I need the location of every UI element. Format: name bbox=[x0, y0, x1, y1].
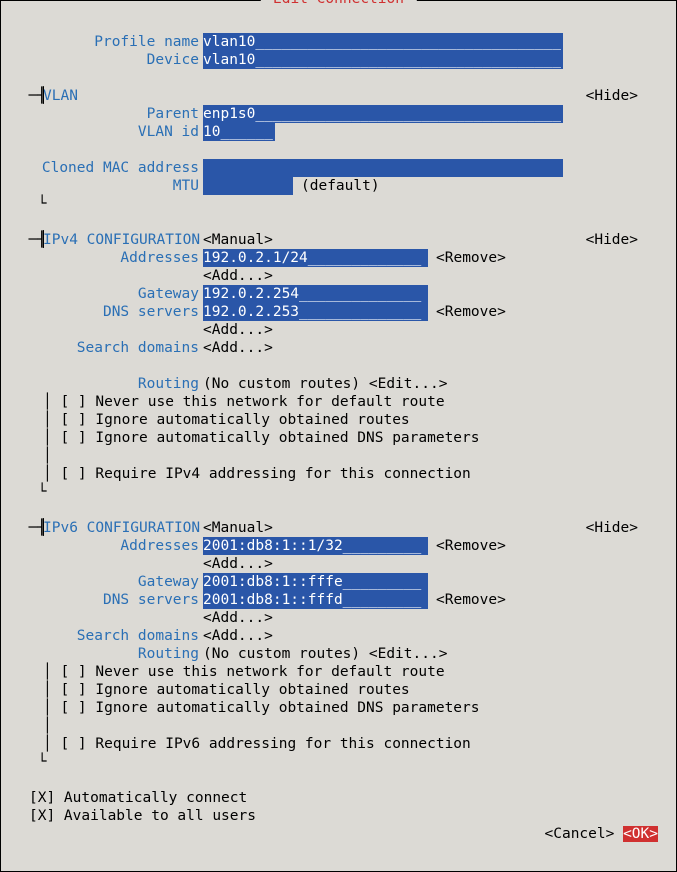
ipv4-chk-ignore-routes[interactable]: [ ] Ignore automatically obtained routes bbox=[60, 412, 409, 428]
device-label: Device bbox=[11, 51, 203, 69]
profile-name-label: Profile name bbox=[11, 33, 203, 51]
ipv4-gateway-input[interactable]: 192.0.2.254______________ bbox=[203, 285, 428, 303]
ipv4-chk-default-route[interactable]: [ ] Never use this network for default r… bbox=[60, 394, 444, 410]
vlan-id-label: VLAN id bbox=[11, 123, 203, 141]
ipv6-address-add[interactable]: <Add...> bbox=[203, 555, 273, 573]
ipv6-chk-default-route[interactable]: [ ] Never use this network for default r… bbox=[60, 664, 444, 680]
parent-input[interactable]: enp1s0__________________________________… bbox=[203, 105, 563, 123]
edit-connection-window: Edit Connection Profile name vlan10_____… bbox=[0, 0, 677, 872]
ipv4-search-label: Search domains bbox=[11, 339, 203, 357]
ipv6-gateway-label: Gateway bbox=[11, 573, 203, 591]
vlan-section: ─┤ VLAN <Hide> │ Parent enp1s0__________… bbox=[11, 87, 666, 213]
ipv4-chk-require[interactable]: [ ] Require IPv4 addressing for this con… bbox=[60, 466, 470, 482]
ipv4-gateway-label: Gateway bbox=[11, 285, 203, 303]
ok-button[interactable]: <OK> bbox=[623, 826, 658, 842]
mtu-input[interactable] bbox=[203, 177, 293, 195]
ipv6-gateway-input[interactable]: 2001:db8:1::fffe_________ bbox=[203, 573, 428, 591]
ipv4-dns-add[interactable]: <Add...> bbox=[203, 321, 273, 339]
ipv6-dns-remove[interactable]: <Remove> bbox=[428, 591, 506, 609]
ipv4-dns-input[interactable]: 192.0.2.253______________ bbox=[203, 303, 428, 321]
ipv4-address-add[interactable]: <Add...> bbox=[203, 267, 273, 285]
ipv6-hide-button[interactable]: <Hide> bbox=[586, 519, 638, 537]
ipv4-address-input[interactable]: 192.0.2.1/24_____________ bbox=[203, 249, 428, 267]
ipv6-chk-require[interactable]: [ ] Require IPv6 addressing for this con… bbox=[60, 736, 470, 752]
ipv6-address-remove[interactable]: <Remove> bbox=[428, 537, 506, 555]
ipv4-mode[interactable]: <Manual> bbox=[203, 231, 273, 249]
ipv6-routing-value[interactable]: (No custom routes) <Edit...> bbox=[203, 645, 447, 663]
parent-label: Parent bbox=[11, 105, 203, 123]
ipv6-header: IPv6 CONFIGURATION bbox=[11, 519, 203, 537]
ipv6-dns-add[interactable]: <Add...> bbox=[203, 609, 273, 627]
ipv6-search-label: Search domains bbox=[11, 627, 203, 645]
button-bar: <Cancel> <OK> bbox=[492, 807, 658, 861]
profile-name-input[interactable]: vlan10__________________________________… bbox=[203, 33, 563, 51]
ipv4-routing-value[interactable]: (No custom routes) <Edit...> bbox=[203, 375, 447, 393]
ipv4-search-add[interactable]: <Add...> bbox=[203, 339, 273, 357]
ipv6-search-add[interactable]: <Add...> bbox=[203, 627, 273, 645]
ipv4-section: ─┤ IPv4 CONFIGURATION <Manual> <Hide> │ … bbox=[11, 231, 666, 501]
vlan-hide-button[interactable]: <Hide> bbox=[586, 87, 638, 105]
device-input[interactable]: vlan10__________________________________… bbox=[203, 51, 563, 69]
ipv4-chk-ignore-dns[interactable]: [ ] Ignore automatically obtained DNS pa… bbox=[60, 430, 479, 446]
cancel-button[interactable]: <Cancel> bbox=[545, 826, 615, 842]
ipv4-dns-remove[interactable]: <Remove> bbox=[428, 303, 506, 321]
content: Profile name vlan10_____________________… bbox=[1, 15, 676, 871]
ipv4-routing-label: Routing bbox=[11, 375, 203, 393]
auto-connect-checkbox[interactable]: [X] Automatically connect bbox=[11, 789, 666, 807]
ipv6-routing-label: Routing bbox=[11, 645, 203, 663]
mtu-label: MTU bbox=[11, 177, 203, 195]
ipv4-dns-label: DNS servers bbox=[11, 303, 203, 321]
vlan-id-input[interactable]: 10______ bbox=[203, 123, 275, 141]
ipv6-addresses-label: Addresses bbox=[11, 537, 203, 555]
ipv4-addresses-label: Addresses bbox=[11, 249, 203, 267]
ipv6-dns-input[interactable]: 2001:db8:1::fffd_________ bbox=[203, 591, 428, 609]
vlan-header: VLAN bbox=[11, 87, 203, 105]
cloned-mac-input[interactable] bbox=[203, 159, 563, 177]
ipv6-section: ─┤ IPv6 CONFIGURATION <Manual> <Hide> │ … bbox=[11, 519, 666, 771]
ipv4-address-remove[interactable]: <Remove> bbox=[428, 249, 506, 267]
ipv4-hide-button[interactable]: <Hide> bbox=[586, 231, 638, 249]
ipv6-mode[interactable]: <Manual> bbox=[203, 519, 273, 537]
ipv6-address-input[interactable]: 2001:db8:1::1/32_________ bbox=[203, 537, 428, 555]
window-title: Edit Connection bbox=[260, 0, 416, 8]
ipv6-chk-ignore-routes[interactable]: [ ] Ignore automatically obtained routes bbox=[60, 682, 409, 698]
mtu-default: (default) bbox=[293, 177, 380, 195]
ipv6-chk-ignore-dns[interactable]: [ ] Ignore automatically obtained DNS pa… bbox=[60, 700, 479, 716]
ipv6-dns-label: DNS servers bbox=[11, 591, 203, 609]
ipv4-header: IPv4 CONFIGURATION bbox=[11, 231, 203, 249]
cloned-mac-label: Cloned MAC address bbox=[11, 159, 203, 177]
